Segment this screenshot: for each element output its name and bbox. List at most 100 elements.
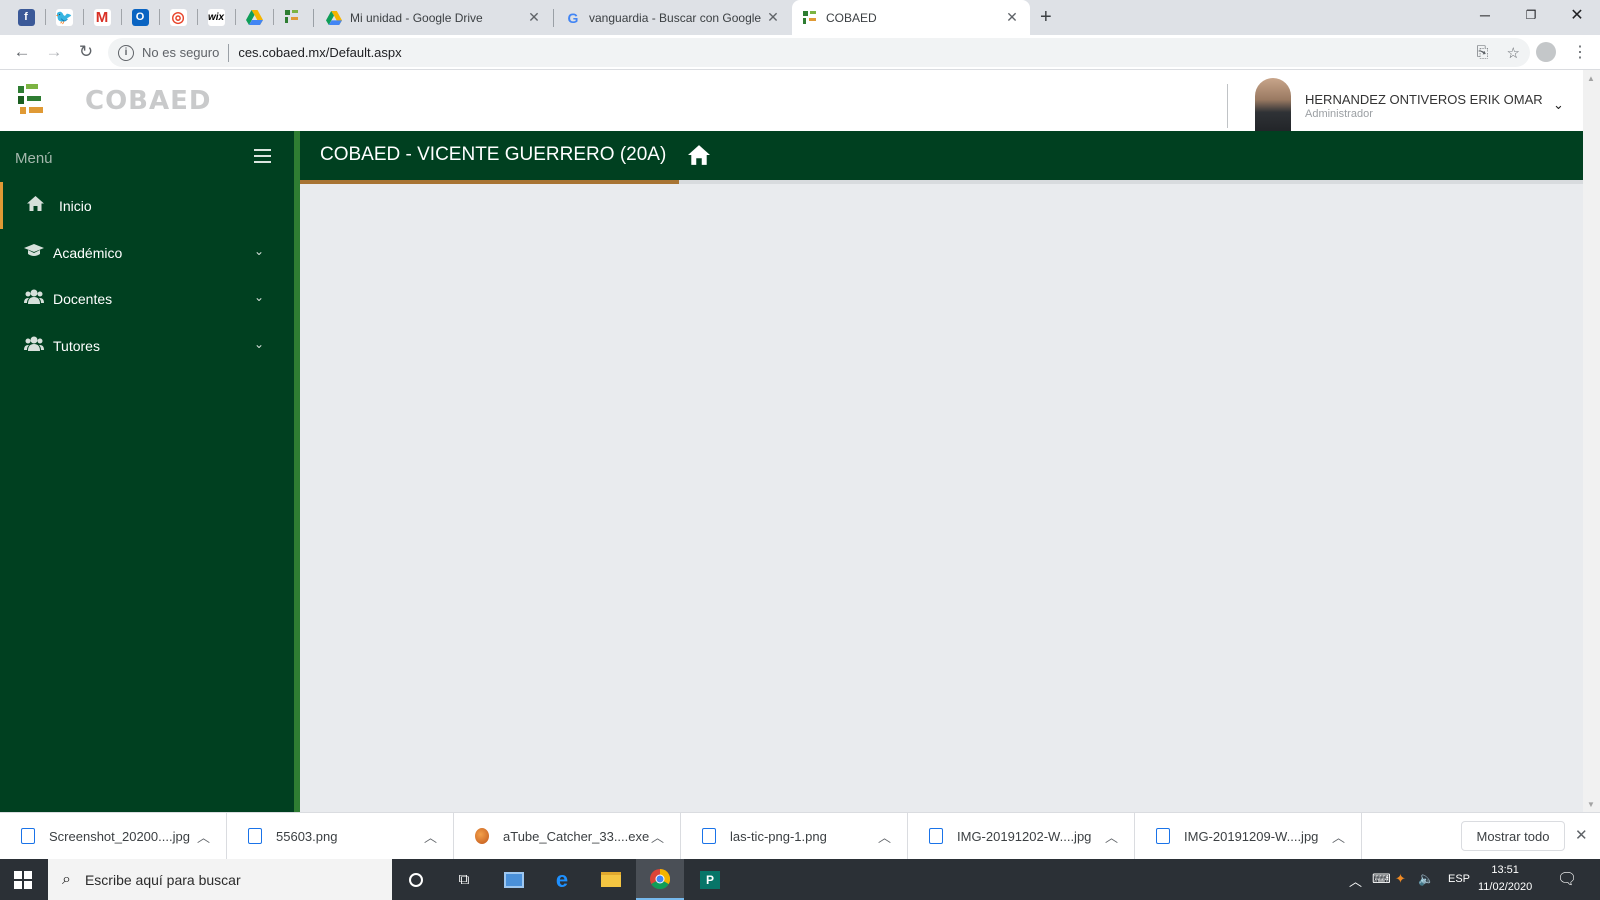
image-file-icon bbox=[1156, 828, 1170, 844]
page-scrollbar[interactable]: ▲ ▼ bbox=[1583, 70, 1600, 812]
cortana-icon[interactable] bbox=[392, 859, 440, 900]
scroll-down-icon[interactable]: ▼ bbox=[1587, 800, 1595, 809]
tab-close-icon[interactable]: ✕ bbox=[765, 9, 781, 26]
sidebar-item-inicio[interactable]: Inicio bbox=[0, 182, 294, 229]
system-clock[interactable]: 13:51 11/02/2020 bbox=[1478, 862, 1532, 896]
bookmark-star-icon[interactable]: ☆ bbox=[1507, 44, 1520, 62]
chevron-up-icon[interactable]: ︿ bbox=[651, 827, 664, 846]
clock-time: 13:51 bbox=[1491, 864, 1519, 876]
chevron-up-icon[interactable]: ︿ bbox=[878, 827, 891, 846]
sidebar: Menú Inicio Académico ⌄ Docentes ⌄ Tutor… bbox=[0, 131, 300, 812]
download-item[interactable]: 55603.png ︿ bbox=[227, 813, 454, 859]
profile-avatar-icon[interactable] bbox=[1536, 42, 1556, 62]
pinned-tab-target[interactable]: ◎ bbox=[167, 6, 189, 28]
scroll-up-icon[interactable]: ▲ bbox=[1587, 74, 1595, 83]
user-menu-chevron-down-icon[interactable]: ⌄ bbox=[1553, 97, 1564, 113]
pinned-tab-outlook[interactable]: O bbox=[129, 6, 151, 28]
minimize-icon[interactable]: ─ bbox=[1462, 0, 1508, 30]
info-icon[interactable]: i bbox=[118, 44, 134, 61]
download-filename: las-tic-png-1.png bbox=[730, 828, 827, 844]
pinned-tab-cobaed[interactable] bbox=[281, 6, 303, 28]
pinned-tab-wix[interactable]: wix bbox=[205, 6, 227, 28]
users-icon bbox=[24, 289, 44, 308]
new-tab-plus-icon[interactable]: + bbox=[1040, 6, 1052, 29]
translate-icon[interactable]: ⎘ bbox=[1477, 44, 1489, 62]
app-tray-icon[interactable]: ✦ bbox=[1395, 871, 1406, 887]
tab-cobaed[interactable]: COBAED ✕ bbox=[792, 0, 1030, 35]
windows-start-icon[interactable] bbox=[14, 871, 32, 889]
tab-separator bbox=[313, 9, 314, 27]
browser-menu-icon[interactable]: ⋮ bbox=[1572, 42, 1588, 62]
facebook-icon: f bbox=[17, 8, 35, 26]
windows-taskbar: ⌕ Escribe aquí para buscar ⧉ e P ︿ ⌨ ✦ 🔈… bbox=[0, 859, 1600, 900]
title-bar-underline bbox=[679, 180, 1583, 184]
network-icon[interactable]: ⌨ bbox=[1372, 871, 1391, 887]
clock-date: 11/02/2020 bbox=[1478, 881, 1533, 893]
security-label[interactable]: No es seguro bbox=[142, 45, 219, 60]
download-filename: IMG-20191209-W....jpg bbox=[1184, 828, 1319, 844]
google-icon: G bbox=[567, 9, 579, 26]
chevron-down-icon: ⌄ bbox=[253, 244, 264, 258]
chevron-up-icon[interactable]: ︿ bbox=[1105, 827, 1118, 846]
tab-google-drive[interactable]: Mi unidad - Google Drive ✕ bbox=[316, 0, 552, 35]
download-filename: IMG-20191202-W....jpg bbox=[957, 828, 1092, 844]
close-window-icon[interactable]: ✕ bbox=[1554, 0, 1600, 30]
back-arrow-icon[interactable]: ← bbox=[12, 42, 32, 62]
restore-icon[interactable]: ❐ bbox=[1508, 0, 1554, 30]
chevron-up-icon[interactable]: ︿ bbox=[1332, 827, 1345, 846]
tab-close-icon[interactable]: ✕ bbox=[526, 9, 542, 26]
task-view-icon[interactable]: ⧉ bbox=[440, 859, 488, 900]
tab-close-icon[interactable]: ✕ bbox=[1004, 9, 1020, 26]
download-item[interactable]: aTube_Catcher_33....exe ︿ bbox=[454, 813, 681, 859]
tab-google-search[interactable]: G vanguardia - Buscar con Google ✕ bbox=[555, 0, 791, 35]
image-file-icon bbox=[929, 828, 943, 844]
forward-arrow-icon[interactable]: → bbox=[44, 42, 64, 62]
sidebar-item-academico[interactable]: Académico ⌄ bbox=[0, 229, 294, 276]
image-file-icon bbox=[248, 828, 262, 844]
chrome-icon[interactable] bbox=[636, 859, 684, 900]
user-name[interactable]: HERNANDEZ ONTIVEROS ERIK OMAR bbox=[1305, 92, 1543, 107]
control-panel-icon[interactable] bbox=[490, 859, 538, 900]
chevron-down-icon: ⌄ bbox=[253, 290, 264, 304]
notifications-icon[interactable]: 🗨 bbox=[1557, 869, 1577, 889]
pinned-tab-gmail[interactable]: M bbox=[91, 6, 113, 28]
chevron-up-icon[interactable]: ︿ bbox=[197, 827, 210, 846]
language-indicator[interactable]: ESP bbox=[1448, 873, 1470, 885]
download-item[interactable]: IMG-20191202-W....jpg ︿ bbox=[908, 813, 1135, 859]
address-bar[interactable]: i No es seguro ces.cobaed.mx/Default.asp… bbox=[108, 38, 1530, 67]
publisher-icon[interactable]: P bbox=[686, 859, 734, 900]
tab-title: COBAED bbox=[826, 10, 877, 25]
google-drive-icon bbox=[245, 9, 263, 25]
sidebar-item-tutores[interactable]: Tutores ⌄ bbox=[0, 322, 294, 369]
browser-tab-strip: f 🐦 M O ◎ wix Mi unidad - Google Drive ✕… bbox=[0, 0, 1600, 35]
file-explorer-icon[interactable] bbox=[587, 859, 635, 900]
tray-expand-chevron-up-icon[interactable]: ︿ bbox=[1349, 871, 1362, 890]
sidebar-item-docentes[interactable]: Docentes ⌄ bbox=[0, 275, 294, 322]
pinned-tab-separator bbox=[45, 9, 46, 25]
home-icon[interactable] bbox=[688, 145, 710, 165]
download-item[interactable]: IMG-20191209-W....jpg ︿ bbox=[1135, 813, 1362, 859]
url-text[interactable]: ces.cobaed.mx/Default.aspx bbox=[238, 45, 401, 60]
chevron-up-icon[interactable]: ︿ bbox=[424, 827, 437, 846]
edge-browser-icon[interactable]: e bbox=[538, 859, 586, 900]
user-avatar[interactable] bbox=[1255, 78, 1291, 135]
pinned-tab-twitter[interactable]: 🐦 bbox=[53, 6, 75, 28]
sidebar-item-label: Tutores bbox=[53, 337, 100, 354]
browser-toolbar: ← → ↻ i No es seguro ces.cobaed.mx/Defau… bbox=[0, 35, 1600, 70]
sidebar-edge bbox=[294, 131, 300, 812]
pinned-tab-google-drive[interactable] bbox=[243, 6, 265, 28]
show-all-downloads-button[interactable]: Mostrar todo bbox=[1461, 821, 1565, 851]
image-file-icon bbox=[702, 828, 716, 844]
pinned-tab-facebook[interactable]: f bbox=[15, 6, 37, 28]
volume-icon[interactable]: 🔈 bbox=[1418, 871, 1434, 887]
reload-icon[interactable]: ↻ bbox=[76, 42, 96, 62]
taskbar-search-box[interactable]: ⌕ Escribe aquí para buscar bbox=[48, 859, 392, 900]
site-logo-text[interactable]: COBAED bbox=[85, 86, 211, 116]
exe-file-icon bbox=[475, 828, 489, 844]
close-downloads-icon[interactable]: ✕ bbox=[1575, 826, 1588, 844]
download-item[interactable]: Screenshot_20200....jpg ︿ bbox=[0, 813, 227, 859]
cobaed-logo-mark[interactable] bbox=[18, 84, 48, 116]
download-item[interactable]: las-tic-png-1.png ︿ bbox=[681, 813, 908, 859]
hamburger-menu-icon[interactable] bbox=[254, 149, 271, 167]
header-divider bbox=[1227, 84, 1228, 128]
